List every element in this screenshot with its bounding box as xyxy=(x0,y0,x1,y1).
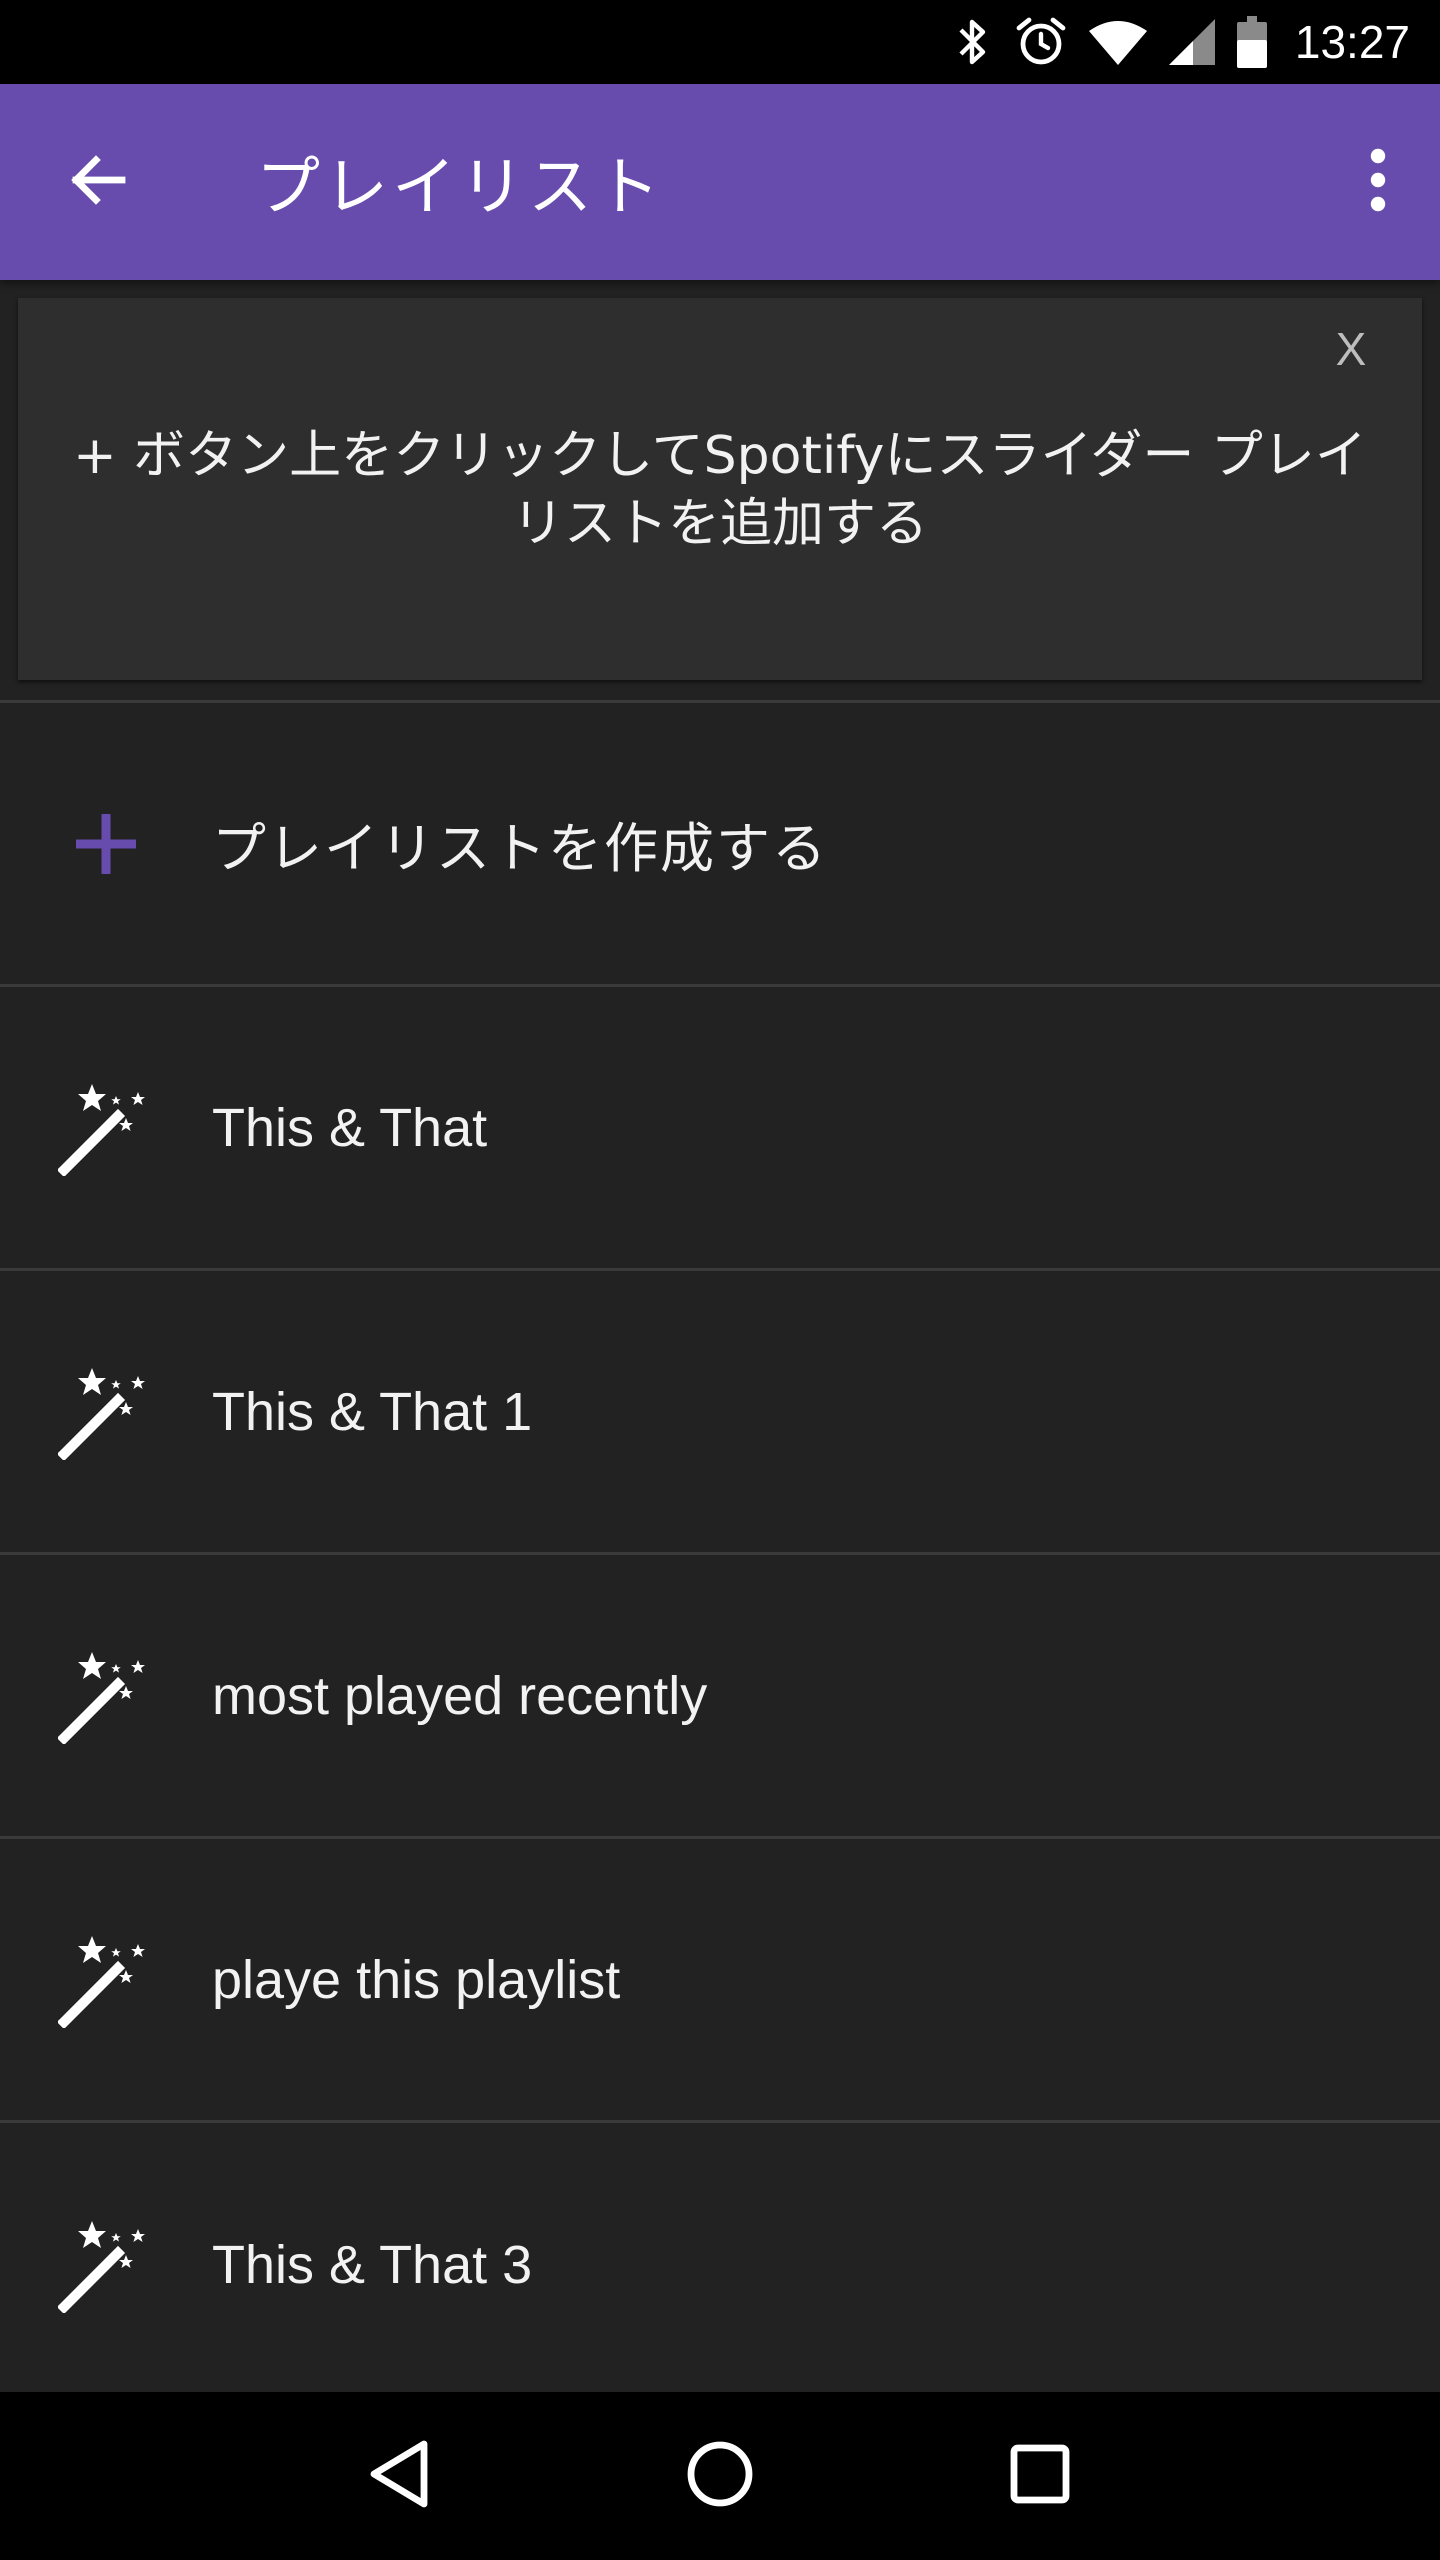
playlist-name: playe this playlist xyxy=(212,1949,621,2010)
playlist-name: This & That xyxy=(212,1097,488,1158)
page-title: プレイリスト xyxy=(256,151,664,225)
playlist-item[interactable]: most played recently xyxy=(0,1555,1440,1839)
back-button[interactable] xyxy=(56,140,140,224)
magic-wand-icon xyxy=(56,1930,156,2030)
signal-icon xyxy=(1168,19,1215,65)
playlist-item[interactable]: This & That xyxy=(0,987,1440,1271)
magic-wand-icon xyxy=(56,1362,156,1462)
create-playlist-row[interactable]: プレイリストを作成する xyxy=(0,703,1440,987)
nav-home-button[interactable] xyxy=(670,2426,770,2526)
nav-recents-button[interactable] xyxy=(990,2426,1090,2526)
playlist-item[interactable]: This & That 3 xyxy=(0,2123,1440,2407)
playlist-name: This & That 1 xyxy=(212,1381,533,1442)
playlist-name: most played recently xyxy=(212,1665,708,1726)
magic-wand-icon xyxy=(56,2215,156,2315)
plus-icon xyxy=(56,794,156,894)
bluetooth-icon xyxy=(953,16,993,68)
arrow-back-icon xyxy=(66,148,130,216)
wifi-icon xyxy=(1088,19,1147,65)
hint-text: + ボタン上をクリックしてSpotifyにスライダー プレイリストを追加する xyxy=(73,426,1367,554)
magic-wand-icon xyxy=(56,1646,156,1746)
more-vert-icon xyxy=(1368,148,1388,216)
playlist-list: プレイリストを作成する This & That This & That 1 mo… xyxy=(0,703,1440,2407)
hint-banner: X + ボタン上をクリックしてSpotifyにスライダー プレイリストを追加する xyxy=(18,298,1422,680)
playlist-item[interactable]: This & That 1 xyxy=(0,1271,1440,1555)
status-bar: 13:27 xyxy=(0,0,1440,84)
nav-back-icon xyxy=(368,2440,432,2512)
app-bar: プレイリスト xyxy=(0,84,1440,280)
create-playlist-label: プレイリストを作成する xyxy=(212,817,828,880)
alarm-icon xyxy=(1015,16,1067,68)
magic-wand-icon xyxy=(56,1078,156,1178)
nav-home-icon xyxy=(686,2440,754,2512)
hint-close-button[interactable]: X xyxy=(1326,323,1376,375)
nav-recents-icon xyxy=(1010,2444,1070,2508)
overflow-menu-button[interactable] xyxy=(1354,140,1402,224)
nav-back-button[interactable] xyxy=(350,2426,450,2526)
status-time: 13:27 xyxy=(1294,16,1410,68)
playlist-item[interactable]: playe this playlist xyxy=(0,1839,1440,2123)
navigation-bar xyxy=(0,2392,1440,2560)
playlist-name: This & That 3 xyxy=(212,2235,533,2295)
status-icons: 13:27 xyxy=(953,15,1410,69)
battery-icon xyxy=(1236,16,1267,68)
